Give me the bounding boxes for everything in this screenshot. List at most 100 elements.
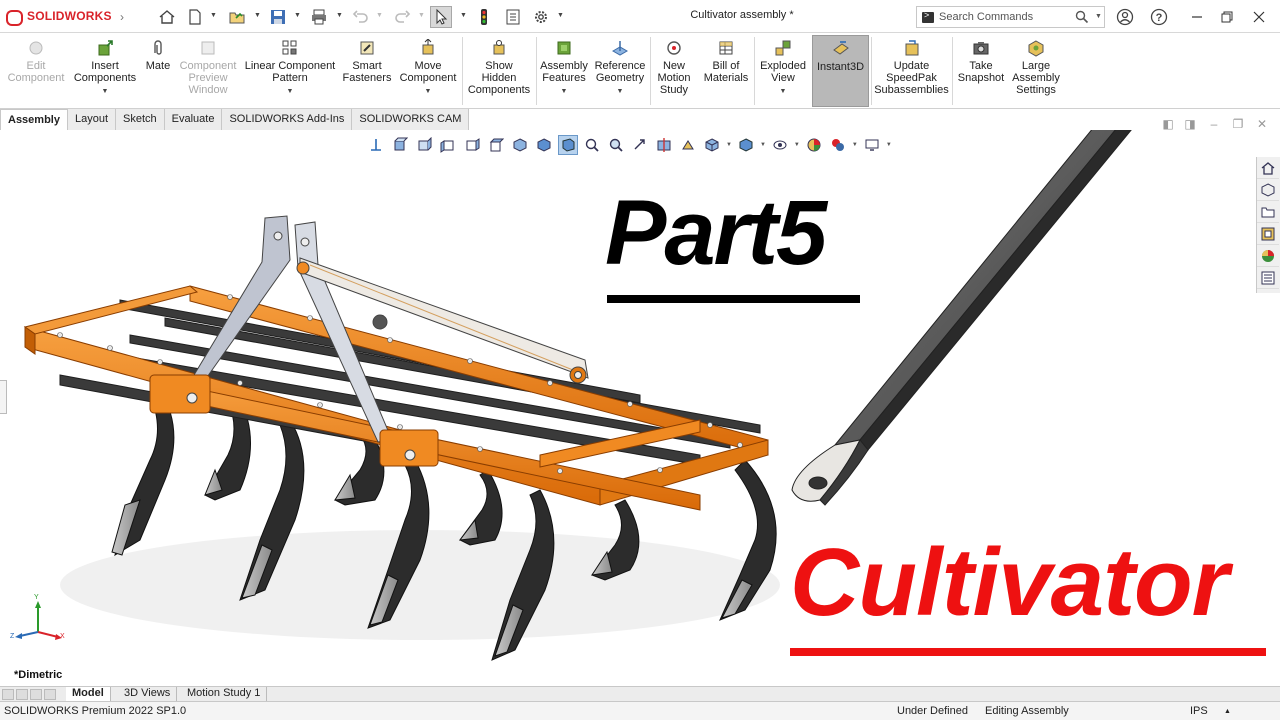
redo-icon[interactable] [391,6,413,28]
tab-prev-icon[interactable] [16,689,28,700]
units-dropdown-icon[interactable]: ▲ [1224,708,1231,715]
undo-icon[interactable] [350,6,372,28]
insert-components-dropdown-icon[interactable]: ▼ [102,86,109,98]
user-account-icon[interactable] [1114,6,1136,28]
open-folder-icon[interactable] [226,6,248,28]
edit-component-button[interactable]: Edit Component [4,35,68,107]
custom-properties-icon[interactable] [1257,267,1279,289]
new-motion-study-button[interactable]: New Motion Study [652,35,696,107]
hide-show-dropdown-icon[interactable]: ▼ [794,142,800,148]
bill-of-materials-button[interactable]: Bill of Materials [700,35,752,107]
tab-assembly[interactable]: Assembly [0,109,68,130]
tab-motion-study-1[interactable]: Motion Study 1 [181,687,268,701]
tab-evaluate[interactable]: Evaluate [164,109,223,130]
select-dropdown-icon[interactable]: ▼ [460,12,467,19]
mate-button[interactable]: Mate [142,35,174,107]
tab-first-icon[interactable] [2,689,14,700]
tab-next-icon[interactable] [30,689,42,700]
exploded-view-dropdown-icon[interactable]: ▼ [780,86,787,98]
previous-view-icon[interactable] [630,135,650,155]
feature-manager-collapse-handle[interactable] [0,380,7,414]
solidworks-logo[interactable]: SOLIDWORKS [6,8,112,26]
rebuild-traffic-light-icon[interactable] [473,6,495,28]
tab-model[interactable]: Model [66,687,111,701]
help-icon[interactable]: ? [1148,6,1170,28]
view-settings-dropdown-icon[interactable]: ▼ [886,142,892,148]
undo-dropdown-icon[interactable]: ▼ [376,12,383,19]
component-preview-window-button[interactable]: Component Preview Window [176,35,240,107]
front-view-icon[interactable] [390,135,410,155]
menu-expand-icon[interactable]: › [120,10,128,24]
take-snapshot-button[interactable]: Take Snapshot [954,35,1008,107]
minimize-icon[interactable] [1186,6,1208,28]
search-commands-box[interactable]: ▼ [916,6,1105,28]
redo-dropdown-icon[interactable]: ▼ [418,12,425,19]
unit-system[interactable]: IPS [1190,705,1208,717]
tab-sketch[interactable]: Sketch [116,109,165,130]
reference-geometry-button[interactable]: Reference Geometry ▼ [592,35,648,107]
solidworks-resources-icon[interactable] [1257,157,1279,179]
exploded-view-button[interactable]: Exploded View ▼ [756,35,810,107]
top-view-icon[interactable] [486,135,506,155]
show-hidden-components-button[interactable]: Show Hidden Components [464,35,534,107]
instant3d-button[interactable]: Instant3D [812,35,869,107]
assembly-features-dropdown-icon[interactable]: ▼ [561,86,568,98]
dimetric-view-icon[interactable] [558,135,578,155]
insert-components-button[interactable]: Insert Components ▼ [70,35,140,107]
save-dropdown-icon[interactable]: ▼ [294,12,301,19]
close-icon[interactable] [1248,6,1270,28]
new-dropdown-icon[interactable]: ▼ [210,12,217,19]
view-orientation-icon[interactable] [702,135,722,155]
select-pointer-icon[interactable] [430,6,452,28]
dynamic-annotation-icon[interactable] [678,135,698,155]
graphics-minimize-icon[interactable]: – [1206,116,1222,132]
display-style-dropdown-icon[interactable]: ▼ [760,142,766,148]
open-dropdown-icon[interactable]: ▼ [254,12,261,19]
search-dropdown-icon[interactable]: ▼ [1095,13,1102,20]
tab-last-icon[interactable] [44,689,56,700]
left-view-icon[interactable] [438,135,458,155]
graphics-prev-icon[interactable]: ◧ [1160,116,1176,132]
print-icon[interactable] [308,6,330,28]
options-dropdown-icon[interactable]: ▼ [557,12,564,19]
zoom-to-fit-icon[interactable] [582,135,602,155]
save-icon[interactable] [267,6,289,28]
new-document-icon[interactable] [184,6,206,28]
view-palette-icon[interactable] [1257,223,1279,245]
move-component-button[interactable]: Move Component ▼ [396,35,460,107]
assembly-features-button[interactable]: Assembly Features ▼ [538,35,590,107]
graphics-next-icon[interactable]: ◨ [1182,116,1198,132]
right-view-icon[interactable] [462,135,482,155]
file-explorer-icon[interactable] [1257,201,1279,223]
tab-cam[interactable]: SOLIDWORKS CAM [352,109,470,130]
tab-3d-views[interactable]: 3D Views [118,687,178,701]
large-assembly-settings-button[interactable]: Large Assembly Settings [1010,35,1062,107]
home-icon[interactable] [156,6,178,28]
update-speedpak-button[interactable]: Update SpeedPak Subassemblies [873,35,950,107]
graphics-restore-icon[interactable]: ❐ [1230,116,1246,132]
view-origin-icon[interactable] [366,135,386,155]
design-library-icon[interactable] [1257,179,1279,201]
section-view-icon[interactable] [654,135,674,155]
smart-fasteners-button[interactable]: Smart Fasteners [340,35,394,107]
zoom-to-area-icon[interactable] [606,135,626,155]
reference-geometry-dropdown-icon[interactable]: ▼ [617,86,624,98]
restore-icon[interactable] [1216,6,1238,28]
trimetric-view-icon[interactable] [534,135,554,155]
linear-pattern-dropdown-icon[interactable]: ▼ [287,86,294,98]
isometric-view-icon[interactable] [510,135,530,155]
apply-scene-dropdown-icon[interactable]: ▼ [852,142,858,148]
back-view-icon[interactable] [414,135,434,155]
move-component-dropdown-icon[interactable]: ▼ [425,86,432,98]
view-orientation-dropdown-icon[interactable]: ▼ [726,142,732,148]
search-input[interactable] [939,9,1069,25]
tab-layout[interactable]: Layout [67,109,117,130]
options-gear-icon[interactable] [530,6,552,28]
display-style-icon[interactable] [736,135,756,155]
file-properties-icon[interactable] [502,6,524,28]
tab-addins[interactable]: SOLIDWORKS Add-Ins [222,109,353,130]
search-icon[interactable] [1075,10,1089,27]
print-dropdown-icon[interactable]: ▼ [336,12,343,19]
apply-scene-icon[interactable] [828,135,848,155]
linear-component-pattern-button[interactable]: Linear Component Pattern ▼ [242,35,338,107]
